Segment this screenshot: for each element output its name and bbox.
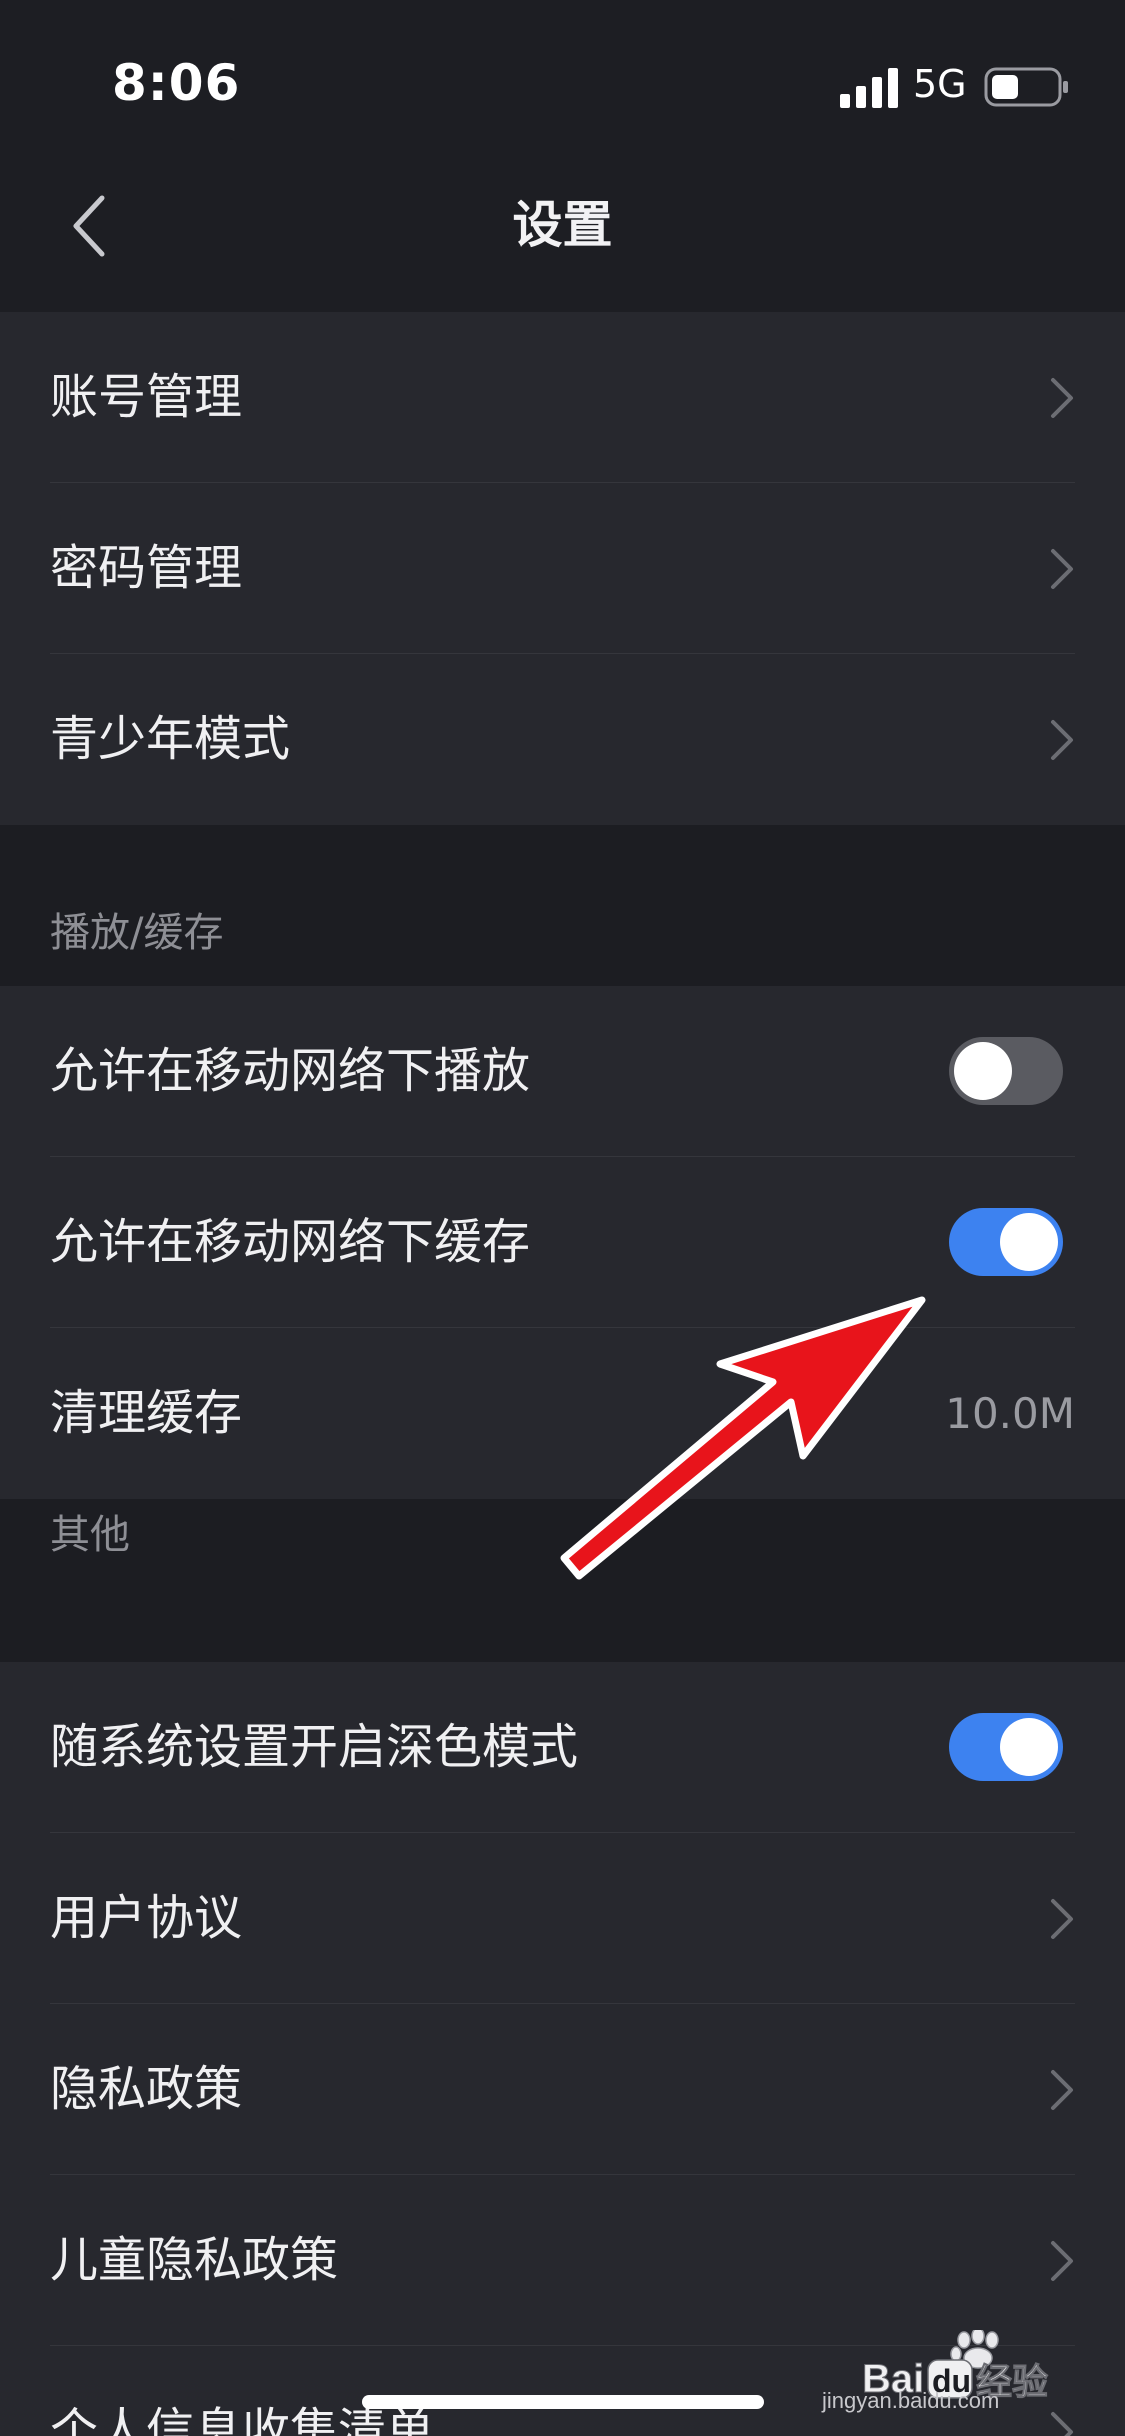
status-time: 8:06 bbox=[112, 54, 241, 112]
settings-row-mobile-play: 允许在移动网络下播放 bbox=[0, 986, 1125, 1157]
settings-row-youth-mode[interactable]: 青少年模式 bbox=[0, 654, 1125, 825]
chevron-right-icon bbox=[1051, 1899, 1073, 1939]
mobile-cache-toggle[interactable] bbox=[949, 1208, 1063, 1276]
row-label: 允许在移动网络下播放 bbox=[50, 1043, 531, 1099]
row-label: 随系统设置开启深色模式 bbox=[50, 1719, 579, 1775]
row-label: 儿童隐私政策 bbox=[50, 2232, 339, 2288]
row-label: 隐私政策 bbox=[50, 2061, 243, 2117]
settings-group-account: 账号管理 密码管理 青少年模式 bbox=[0, 312, 1125, 825]
row-label: 用户协议 bbox=[50, 1890, 243, 1946]
settings-group-other: 随系统设置开启深色模式 用户协议 隐私政策 儿童隐私政策 个人信息收集清单 bbox=[0, 1662, 1125, 2436]
settings-row-password-management[interactable]: 密码管理 bbox=[0, 483, 1125, 654]
settings-row-account-management[interactable]: 账号管理 bbox=[0, 312, 1125, 483]
page-title: 设置 bbox=[512, 196, 613, 254]
settings-row-user-agreement[interactable]: 用户协议 bbox=[0, 1833, 1125, 2004]
chevron-right-icon bbox=[1051, 2070, 1073, 2110]
battery-icon bbox=[984, 67, 1068, 107]
row-label: 密码管理 bbox=[50, 540, 243, 596]
section-header-other: 其他 bbox=[50, 1512, 130, 1558]
toggle-knob bbox=[954, 1042, 1012, 1100]
watermark-url: jingyan.baidu.com bbox=[822, 2388, 1000, 2413]
signal-icon bbox=[840, 68, 898, 108]
dark-mode-toggle[interactable] bbox=[949, 1713, 1063, 1781]
settings-row-child-privacy-policy[interactable]: 儿童隐私政策 bbox=[0, 2175, 1125, 2346]
annotation-arrow-icon bbox=[560, 1296, 926, 1580]
toggle-knob bbox=[1000, 1718, 1058, 1776]
row-label: 个人信息收集清单 bbox=[50, 2403, 435, 2436]
section-header-play-cache: 播放/缓存 bbox=[50, 910, 224, 956]
cache-size-value: 10.0M bbox=[945, 1389, 1075, 1438]
chevron-right-icon bbox=[1051, 2241, 1073, 2281]
chevron-right-icon bbox=[1051, 720, 1073, 760]
network-type-label: 5G bbox=[913, 62, 967, 106]
chevron-right-icon bbox=[1051, 549, 1073, 589]
mobile-play-toggle[interactable] bbox=[949, 1037, 1063, 1105]
settings-row-dark-mode: 随系统设置开启深色模式 bbox=[0, 1662, 1125, 1833]
row-label: 清理缓存 bbox=[50, 1385, 243, 1441]
row-label: 账号管理 bbox=[50, 369, 243, 425]
home-indicator[interactable] bbox=[362, 2395, 764, 2409]
row-label: 允许在移动网络下缓存 bbox=[50, 1214, 531, 1270]
settings-row-privacy-policy[interactable]: 隐私政策 bbox=[0, 2004, 1125, 2175]
chevron-right-icon bbox=[1051, 2412, 1073, 2436]
toggle-knob bbox=[1000, 1213, 1058, 1271]
chevron-right-icon bbox=[1051, 378, 1073, 418]
row-label: 青少年模式 bbox=[50, 711, 291, 767]
